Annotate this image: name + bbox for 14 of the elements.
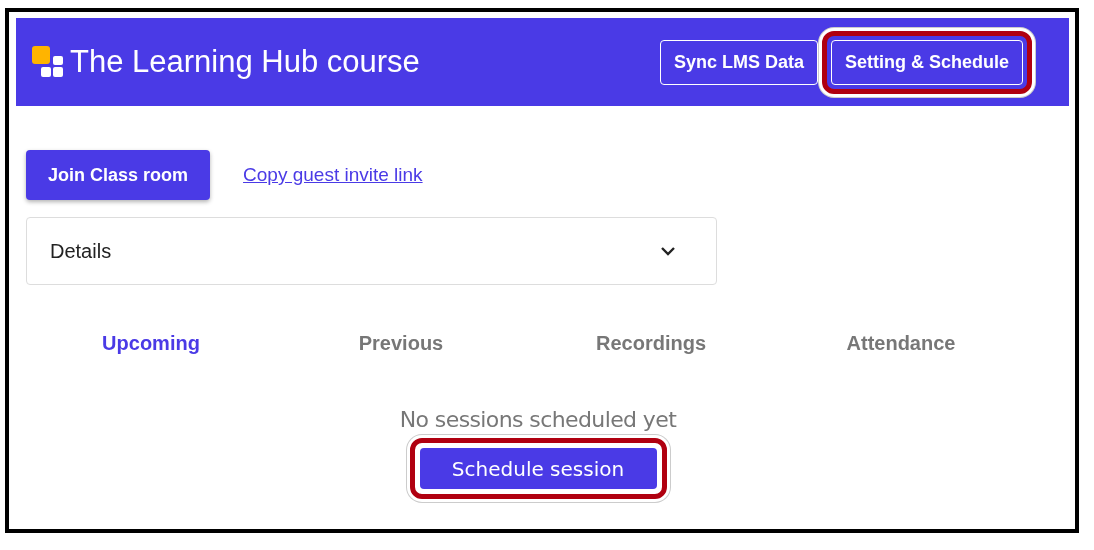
- invite-link[interactable]: Copy guest invite link: [243, 164, 423, 186]
- course-title: The Learning Hub course: [70, 44, 420, 80]
- schedule-session-button[interactable]: Schedule session: [419, 448, 657, 489]
- logo-icon: [32, 46, 66, 78]
- details-panel[interactable]: Details: [26, 217, 717, 285]
- tab[interactable]: Upcoming: [26, 332, 276, 355]
- header-button[interactable]: Setting & Schedule: [830, 39, 1023, 85]
- tab[interactable]: Attendance: [776, 332, 1026, 355]
- tab[interactable]: Previous: [276, 332, 526, 355]
- header-button[interactable]: Sync LMS Data: [659, 39, 818, 85]
- empty-message: No sessions scheduled yet: [399, 407, 677, 432]
- join-classroom-button[interactable]: Join Class room: [26, 150, 211, 200]
- tab[interactable]: Recordings: [526, 332, 776, 355]
- details-label: Details: [50, 239, 112, 263]
